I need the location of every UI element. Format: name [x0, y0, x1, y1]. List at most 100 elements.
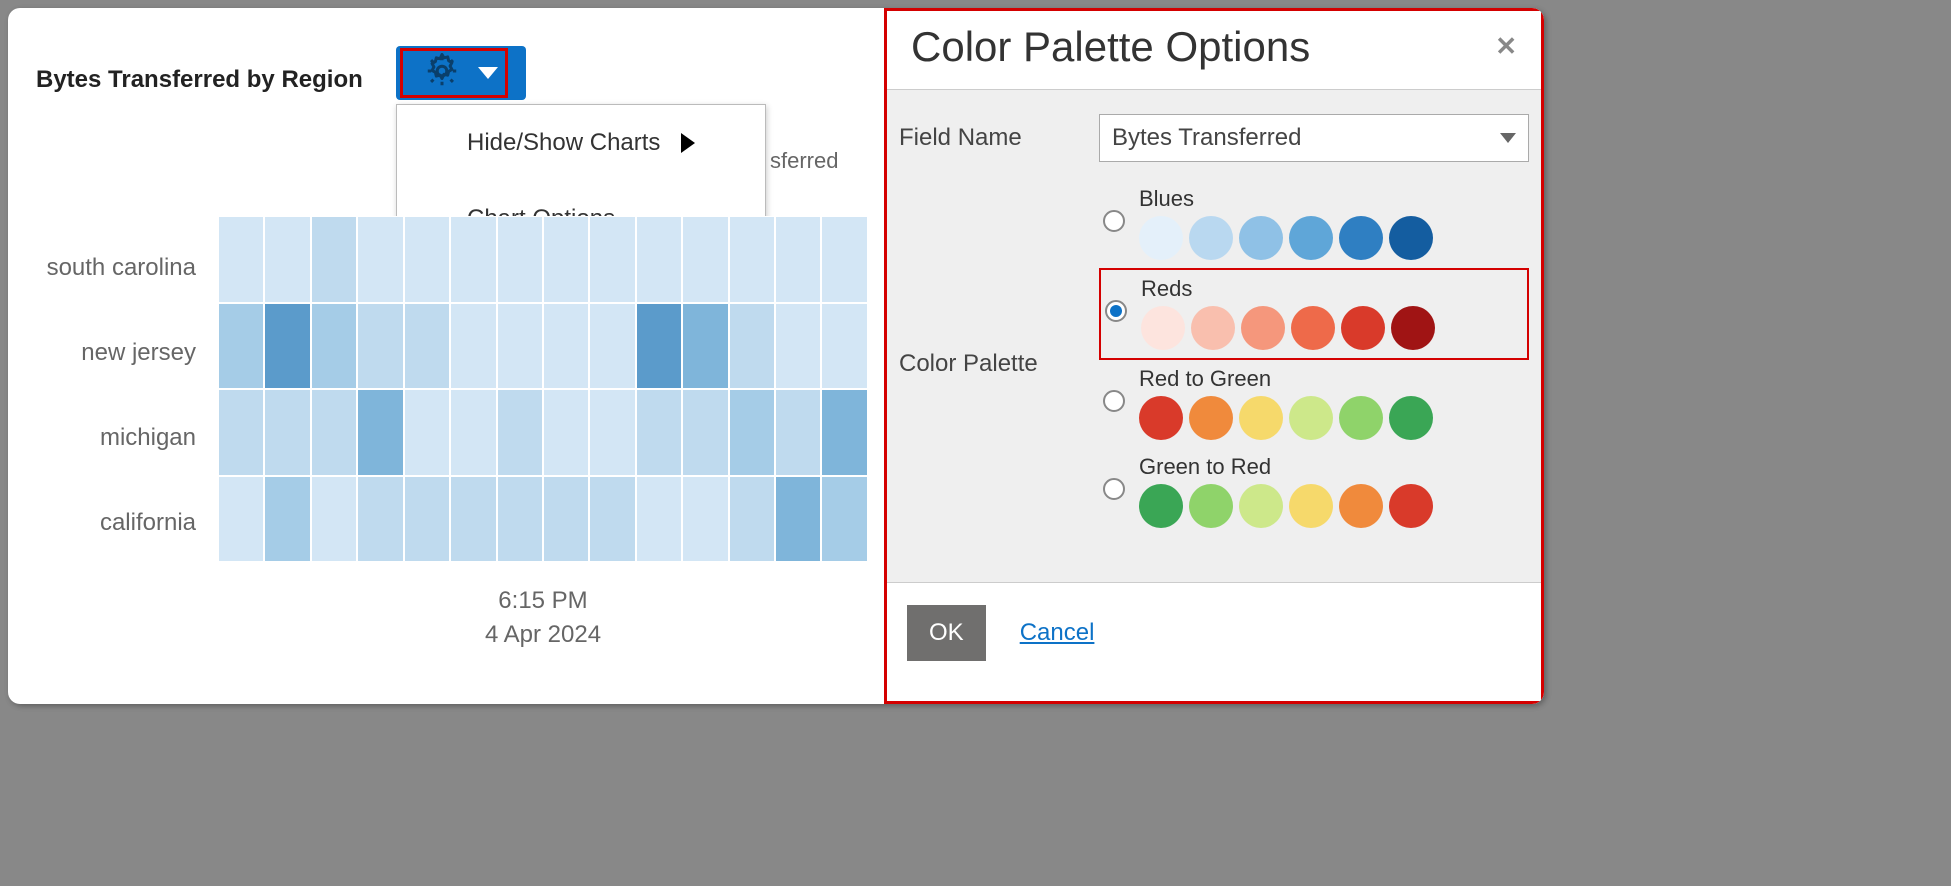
heat-cell [264, 216, 310, 303]
heat-cell [543, 389, 589, 476]
palette-option-green-to-red[interactable]: Green to Red [1099, 448, 1529, 536]
radio-button[interactable] [1103, 478, 1125, 500]
heat-cell [682, 389, 728, 476]
palette-option-blues[interactable]: Blues [1099, 180, 1529, 268]
heat-cell [821, 476, 867, 563]
ok-button[interactable]: OK [907, 605, 986, 661]
close-icon[interactable]: ✕ [1495, 31, 1517, 62]
color-swatch [1289, 216, 1333, 260]
x-time: 6:15 PM [218, 584, 868, 618]
dialog-body: Field Name Bytes Transferred Color Palet… [887, 90, 1541, 583]
color-palette-label: Color Palette [899, 180, 1099, 378]
heat-cell [636, 216, 682, 303]
field-name-select[interactable]: Bytes Transferred [1099, 114, 1529, 162]
select-value: Bytes Transferred [1112, 124, 1301, 152]
palette-name: Green to Red [1139, 454, 1433, 480]
color-swatch [1389, 484, 1433, 528]
heat-cell [589, 216, 635, 303]
legend-label-partial: sferred [770, 148, 838, 174]
x-date: 4 Apr 2024 [218, 618, 868, 652]
heat-cell [589, 303, 635, 390]
heat-cell [821, 216, 867, 303]
heat-cell [636, 389, 682, 476]
heat-cell [218, 476, 264, 563]
dialog-footer: OK Cancel [887, 583, 1541, 683]
heat-cell [311, 303, 357, 390]
heat-cell [218, 303, 264, 390]
color-swatch [1139, 484, 1183, 528]
menu-item-hide-show[interactable]: Hide/Show Charts [397, 105, 765, 181]
radio-button[interactable] [1103, 210, 1125, 232]
palette-name: Blues [1139, 186, 1433, 212]
heat-cell [729, 389, 775, 476]
heat-cell [357, 389, 403, 476]
heat-cell [729, 303, 775, 390]
color-swatch [1291, 306, 1335, 350]
highlight-box [400, 48, 508, 98]
heatmap-chart [218, 216, 868, 562]
heat-cell [775, 216, 821, 303]
y-label: south carolina [44, 248, 196, 333]
app-frame: Bytes Transferred by Region Hide/Show Ch… [8, 8, 1544, 704]
color-swatch [1239, 484, 1283, 528]
heat-cell [450, 303, 496, 390]
color-swatch [1189, 484, 1233, 528]
heat-cell [682, 216, 728, 303]
heat-cell [357, 476, 403, 563]
y-label: new jersey [44, 333, 196, 418]
dialog-title: Color Palette Options [911, 23, 1310, 71]
heat-cell [404, 476, 450, 563]
heat-cell [729, 216, 775, 303]
field-name-label: Field Name [899, 114, 1099, 152]
heat-cell [636, 303, 682, 390]
chevron-right-icon [681, 133, 695, 153]
heat-cell [450, 476, 496, 563]
cancel-link[interactable]: Cancel [1020, 619, 1095, 647]
heat-cell [821, 303, 867, 390]
palette-option-red-to-green[interactable]: Red to Green [1099, 360, 1529, 448]
color-swatch [1189, 396, 1233, 440]
heat-cell [404, 303, 450, 390]
radio-button[interactable] [1105, 300, 1127, 322]
chart-title: Bytes Transferred by Region [36, 66, 363, 94]
heat-cell [218, 389, 264, 476]
heat-cell [589, 476, 635, 563]
heat-cell [543, 476, 589, 563]
color-swatch [1391, 306, 1435, 350]
color-swatch [1289, 396, 1333, 440]
color-swatch [1389, 396, 1433, 440]
color-swatch [1241, 306, 1285, 350]
color-swatch [1191, 306, 1235, 350]
heat-cell [450, 389, 496, 476]
palette-name: Reds [1141, 276, 1435, 302]
heat-cell [682, 476, 728, 563]
color-swatch [1339, 216, 1383, 260]
heat-cell [264, 389, 310, 476]
palette-name: Red to Green [1139, 366, 1433, 392]
heat-row [218, 389, 868, 476]
heat-cell [775, 303, 821, 390]
heat-row [218, 476, 868, 563]
color-swatch [1141, 306, 1185, 350]
heat-cell [497, 303, 543, 390]
color-swatch [1239, 396, 1283, 440]
settings-dropdown-button[interactable] [396, 46, 526, 100]
heat-cell [497, 389, 543, 476]
swatch-row [1139, 396, 1433, 440]
dialog-header: Color Palette Options ✕ [887, 11, 1541, 90]
heat-cell [543, 303, 589, 390]
heat-cell [775, 389, 821, 476]
heat-cell [636, 476, 682, 563]
color-palette-row: Color Palette Blues Reds Red to Green Green… [899, 180, 1529, 536]
heat-cell [264, 476, 310, 563]
radio-button[interactable] [1103, 390, 1125, 412]
color-swatch [1139, 396, 1183, 440]
heat-cell [404, 216, 450, 303]
heat-cell [450, 216, 496, 303]
heat-cell [543, 216, 589, 303]
heat-cell [682, 303, 728, 390]
heat-cell [357, 216, 403, 303]
swatch-row [1139, 216, 1433, 260]
heat-cell [311, 389, 357, 476]
palette-option-reds[interactable]: Reds [1099, 268, 1529, 360]
